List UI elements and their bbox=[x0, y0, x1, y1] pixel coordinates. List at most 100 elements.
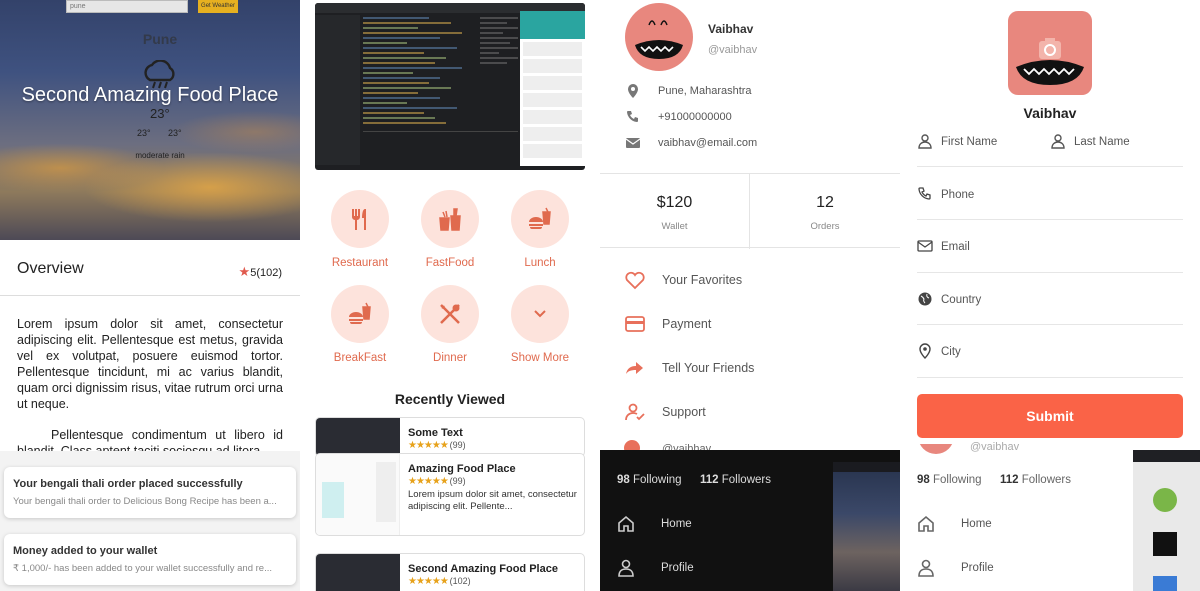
place-name: Amazing Food Place bbox=[408, 463, 516, 475]
following-count[interactable]: 98 Following bbox=[617, 474, 682, 486]
category-label: Restaurant bbox=[331, 257, 389, 269]
home-icon bbox=[618, 515, 634, 532]
fastfood-icon bbox=[439, 208, 461, 231]
recently-viewed-card[interactable]: Some Text ★★★★★ (99) bbox=[315, 417, 585, 457]
orders-stat[interactable]: 12 Orders bbox=[750, 174, 900, 249]
chevron-down-icon bbox=[534, 310, 546, 318]
wallet-stat[interactable]: $120 Wallet bbox=[600, 174, 750, 249]
restaurant-title: Second Amazing Food Place bbox=[21, 84, 279, 106]
weather-description: moderate rain bbox=[135, 151, 185, 160]
home-icon bbox=[918, 515, 934, 532]
weather-city: Pune bbox=[142, 31, 178, 47]
person-icon bbox=[1051, 134, 1065, 149]
drawer-item-home[interactable]: Home bbox=[917, 515, 1127, 535]
profile-handle: @vaibhav bbox=[708, 44, 758, 56]
phone-icon bbox=[627, 111, 638, 122]
overview-paragraph: Lorem ipsum dolor sit amet, consectetur … bbox=[17, 317, 283, 411]
place-thumbnail bbox=[316, 418, 400, 456]
nav-drawer-light: @vaibhav 98 Following 112 Followers Home… bbox=[900, 441, 1200, 591]
avatar-partial bbox=[918, 444, 954, 454]
profile-name: Vaibhav bbox=[1023, 105, 1077, 121]
drawer-item-home[interactable]: Home bbox=[617, 515, 837, 535]
weather-restaurant-panel: pune Get Weather Pune Second Amazing Foo… bbox=[0, 0, 300, 591]
place-description: Lorem ipsum dolor sit amet, consectetur … bbox=[408, 489, 577, 512]
avatar[interactable] bbox=[1008, 11, 1092, 95]
category-label: BreakFast bbox=[333, 352, 387, 364]
partial-handle: @vaibhav bbox=[970, 441, 1020, 453]
utensils-icon bbox=[352, 209, 366, 230]
category-restaurant[interactable]: Restaurant bbox=[315, 190, 405, 269]
drawer-item-profile[interactable]: Profile bbox=[617, 559, 837, 579]
recently-viewed-card[interactable]: Amazing Food Place ★★★★★ (99) Lorem ipsu… bbox=[315, 453, 585, 536]
notification-card[interactable]: Money added to your wallet ₹ 1,000/- has… bbox=[4, 534, 296, 585]
banner-screenshot[interactable] bbox=[315, 3, 585, 170]
globe-icon bbox=[918, 292, 932, 306]
mail-icon bbox=[625, 138, 641, 148]
place-thumbnail bbox=[316, 454, 400, 535]
place-stars: ★★★★★ (99) bbox=[408, 476, 466, 487]
followers-count[interactable]: 112 Followers bbox=[700, 474, 771, 486]
share-icon bbox=[626, 362, 643, 374]
overview-rating: ★5(102) bbox=[239, 264, 282, 280]
category-show-more[interactable]: Show More bbox=[495, 285, 585, 364]
monster-avatar-icon bbox=[1016, 38, 1084, 85]
mail-icon bbox=[917, 240, 933, 252]
place-name: Some Text bbox=[408, 427, 463, 439]
weather-temperature: 23° bbox=[150, 106, 170, 121]
burger-drink-icon bbox=[529, 207, 551, 229]
category-label: Show More bbox=[510, 352, 570, 364]
category-label: Dinner bbox=[433, 352, 467, 364]
category-breakfast[interactable]: BreakFast bbox=[315, 285, 405, 364]
overview-header: Overview ★5(102) bbox=[0, 240, 300, 296]
burger-drink-icon bbox=[349, 302, 371, 324]
city-search-input[interactable]: pune bbox=[66, 0, 188, 13]
notification-list: Your bengali thali order placed successf… bbox=[0, 451, 300, 591]
support-icon bbox=[625, 403, 645, 421]
place-thumbnail bbox=[316, 554, 400, 591]
fork-spoon-icon bbox=[440, 304, 460, 324]
person-icon bbox=[618, 559, 634, 577]
place-stars: ★★★★★ (99) bbox=[408, 440, 466, 451]
nav-drawer-dark: 98 Following 112 Followers Home Profile bbox=[600, 450, 900, 591]
profile-stats: $120 Wallet 12 Orders bbox=[600, 173, 900, 249]
notification-title: Your bengali thali order placed successf… bbox=[13, 478, 243, 490]
category-dinner[interactable]: Dinner bbox=[405, 285, 495, 364]
get-weather-button[interactable]: Get Weather bbox=[198, 0, 238, 13]
category-lunch[interactable]: Lunch bbox=[495, 190, 585, 269]
category-fastfood[interactable]: FastFood bbox=[405, 190, 495, 269]
person-icon bbox=[918, 134, 932, 149]
monster-avatar-icon bbox=[635, 20, 683, 59]
category-label: FastFood bbox=[425, 257, 475, 269]
notification-title: Money added to your wallet bbox=[13, 545, 158, 557]
person-icon bbox=[918, 559, 934, 577]
home-panel: Restaurant FastFood Lunch BreakFast Dinn… bbox=[300, 0, 600, 591]
category-label: Lunch bbox=[524, 257, 556, 269]
menu-item-partial bbox=[624, 440, 640, 450]
drawer-item-profile[interactable]: Profile bbox=[917, 559, 1127, 579]
notification-card[interactable]: Your bengali thali order placed successf… bbox=[4, 467, 296, 518]
background-app-preview bbox=[1133, 450, 1200, 591]
rating-count: (102) bbox=[256, 267, 282, 279]
submit-button[interactable]: Submit bbox=[917, 394, 1183, 438]
phone-icon bbox=[918, 187, 931, 200]
weather-max: 23° bbox=[168, 128, 182, 138]
location-pin-icon bbox=[919, 343, 931, 359]
star-icon: ★ bbox=[238, 264, 251, 279]
profile-panel: Vaibhav @vaibhav Pune, Maharashtra +9100… bbox=[600, 0, 900, 591]
background-app-preview bbox=[833, 462, 900, 591]
heart-icon bbox=[625, 271, 645, 290]
location-pin-icon bbox=[628, 84, 638, 98]
card-icon bbox=[625, 316, 645, 332]
edit-profile-panel: Vaibhav First Name Last Name Phone Email… bbox=[900, 0, 1200, 591]
weather-min: 23° bbox=[137, 128, 151, 138]
notification-body: ₹ 1,000/- has been added to your wallet … bbox=[13, 563, 273, 574]
recently-viewed-title: Recently Viewed bbox=[394, 391, 506, 407]
recently-viewed-card[interactable]: Second Amazing Food Place ★★★★★ (102) bbox=[315, 553, 585, 591]
following-count[interactable]: 98 Following bbox=[917, 474, 982, 486]
profile-name: Vaibhav bbox=[708, 22, 754, 36]
followers-count[interactable]: 112 Followers bbox=[1000, 474, 1071, 486]
partial-handle: @vaibhav bbox=[662, 443, 712, 450]
avatar[interactable] bbox=[625, 3, 693, 71]
notification-body: Your bengali thali order to Delicious Bo… bbox=[13, 496, 277, 507]
place-stars: ★★★★★ (102) bbox=[408, 576, 471, 587]
